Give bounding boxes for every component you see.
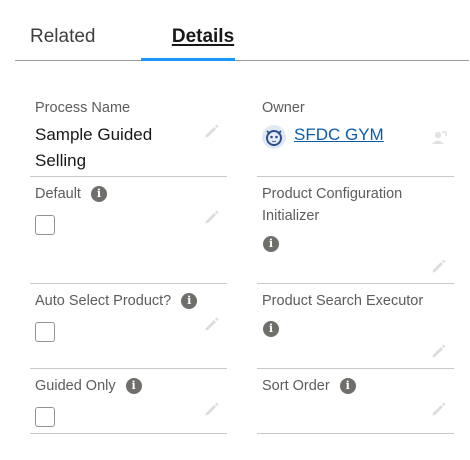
edit-sort-order-pencil-icon[interactable] [430,400,448,418]
owner-label-text: Owner [262,100,305,116]
guided-only-label: Guided Only i [35,378,142,394]
divider [257,368,454,369]
edit-process-name-pencil-icon[interactable] [203,122,221,140]
owner-label: Owner [262,100,305,116]
product-search-executor-label: Product Search Executor [262,293,423,309]
divider [30,433,227,434]
guided-only-checkbox[interactable] [35,407,55,427]
guided-only-label-text: Guided Only [35,378,116,394]
product-configuration-initializer-label: Product Configuration Initializer [262,186,403,224]
process-name-label-text: Process Name [35,100,131,116]
info-icon[interactable]: i [181,293,198,309]
sort-order-label: Sort Order i [262,378,356,394]
edit-product-search-executor-pencil-icon[interactable] [430,342,448,360]
auto-select-product-label: Auto Select Product? i [35,293,198,309]
divider [30,283,227,284]
divider [30,176,227,177]
divider [257,176,454,177]
process-name-label: Process Name [35,100,130,116]
product-search-executor-label-text: Product Search Executor [262,293,424,309]
info-icon[interactable]: i [263,321,279,337]
process-name-value: Sample Guided Selling [35,125,153,170]
edit-auto-select-product-pencil-icon[interactable] [203,315,221,333]
default-checkbox[interactable] [35,215,55,235]
edit-product-configuration-initializer-pencil-icon[interactable] [430,257,448,275]
tab-bar: Related Details [15,0,469,61]
info-icon[interactable]: i [90,186,107,202]
tab-details[interactable]: Details [156,26,250,48]
info-icon[interactable]: i [263,236,279,252]
auto-select-product-label-text: Auto Select Product? [35,293,172,309]
info-icon[interactable]: i [339,378,356,394]
edit-guided-only-pencil-icon[interactable] [203,400,221,418]
change-owner-icon[interactable] [430,129,448,147]
owner-avatar [262,125,286,149]
tab-related[interactable]: Related [30,26,96,48]
owner-link[interactable]: SFDC GYM [294,125,384,145]
sort-order-label-text: Sort Order [262,378,330,394]
info-icon[interactable]: i [125,378,142,394]
divider [257,433,454,434]
default-label: Default i [35,186,107,202]
default-label-text: Default [35,186,81,202]
divider [30,368,227,369]
active-tab-indicator [141,58,235,61]
edit-default-pencil-icon[interactable] [203,208,221,226]
divider [257,283,454,284]
auto-select-product-checkbox[interactable] [35,322,55,342]
